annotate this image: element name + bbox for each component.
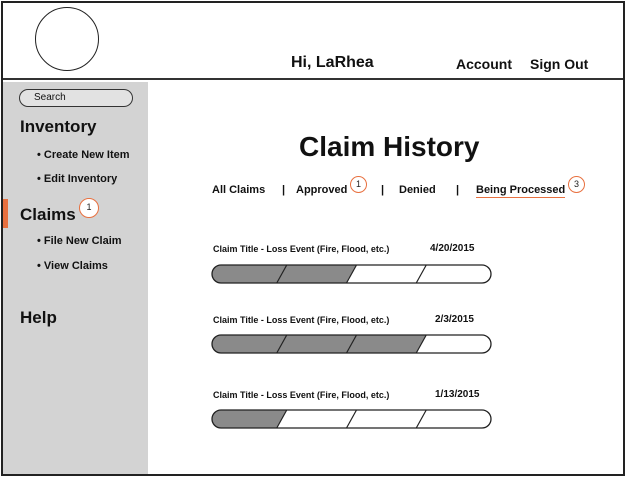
- filter-approved[interactable]: Approved: [296, 184, 347, 196]
- app-window: Hi, LaRhea Account Sign Out Search Inven…: [1, 1, 625, 476]
- sidebar-item-view-claims[interactable]: View Claims: [37, 260, 108, 272]
- sidebar-item-edit-inventory[interactable]: Edit Inventory: [37, 173, 117, 185]
- sidebar-item-file-new-claim[interactable]: File New Claim: [37, 235, 122, 247]
- claim-title[interactable]: Claim Title - Loss Event (Fire, Flood, e…: [213, 315, 389, 325]
- account-link[interactable]: Account: [456, 56, 512, 72]
- progress-fill: [212, 410, 287, 428]
- sidebar-section-claims[interactable]: Claims: [20, 205, 76, 225]
- page-title: Claim History: [299, 131, 480, 162]
- sidebar-section-inventory[interactable]: Inventory: [20, 117, 97, 137]
- claim-title[interactable]: Claim Title - Loss Event (Fire, Flood, e…: [213, 244, 389, 254]
- filter-denied[interactable]: Denied: [399, 184, 436, 196]
- claim-progress-bar: [211, 264, 492, 284]
- being-processed-badge: 3: [568, 176, 585, 193]
- progress-divider: [415, 264, 427, 284]
- search-input[interactable]: Search: [19, 89, 133, 107]
- sidebar-item-create-new-item[interactable]: Create New Item: [37, 149, 130, 161]
- approved-badge: 1: [350, 176, 367, 193]
- claims-badge: 1: [79, 198, 99, 218]
- filter-separator: |: [282, 184, 286, 196]
- progress-divider: [415, 409, 427, 429]
- sidebar-section-help[interactable]: Help: [20, 308, 57, 328]
- claim-progress-bar: [211, 409, 492, 429]
- active-indicator: [3, 199, 8, 228]
- claim-title[interactable]: Claim Title - Loss Event (Fire, Flood, e…: [213, 390, 389, 400]
- avatar[interactable]: [35, 7, 99, 71]
- filter-being-processed[interactable]: Being Processed: [476, 184, 566, 198]
- progress-divider: [345, 409, 358, 429]
- sign-out-link[interactable]: Sign Out: [530, 56, 588, 72]
- claim-date: 4/20/2015: [430, 243, 475, 254]
- sidebar: Search Inventory Create New Item Edit In…: [3, 82, 148, 474]
- greeting: Hi, LaRhea: [291, 54, 374, 71]
- filter-separator: |: [456, 184, 460, 196]
- claim-date: 2/3/2015: [435, 314, 474, 325]
- progress-fill: [212, 265, 357, 283]
- claim-date: 1/13/2015: [435, 389, 480, 400]
- filter-all-claims[interactable]: All Claims: [212, 184, 265, 196]
- claim-progress-bar: [211, 334, 492, 354]
- progress-fill: [212, 335, 427, 353]
- header: Hi, LaRhea Account Sign Out: [3, 3, 623, 80]
- filter-separator: |: [381, 184, 385, 196]
